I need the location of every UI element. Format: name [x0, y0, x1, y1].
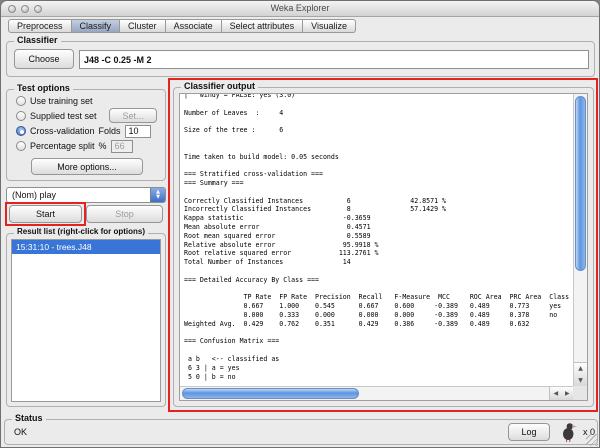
test-options-section: Test options Use training set Supplied t… [6, 83, 166, 181]
arrow-down-icon[interactable]: ▼ [578, 377, 583, 384]
folds-label: Folds [98, 126, 121, 136]
radio-label: Use training set [30, 96, 93, 106]
classifier-section: Classifier Choose J48 -C 0.25 -M 2 [6, 35, 595, 77]
vertical-scroll-arrows: ▲ ▼ [574, 362, 587, 386]
radio-cross-validation[interactable]: Cross-validation Folds 10 [16, 124, 151, 138]
weka-explorer-window: Weka Explorer Preprocess Classify Cluste… [0, 0, 600, 448]
radio-circle-icon [16, 111, 26, 121]
zoom-window-button[interactable] [34, 5, 42, 13]
weka-bird-icon [561, 422, 577, 447]
radio-supplied-test-set[interactable]: Supplied test set [16, 110, 97, 122]
chevron-up-down-icon: ▲ ▼ [150, 188, 165, 202]
classifier-config-field[interactable]: J48 -C 0.25 -M 2 [79, 50, 589, 69]
status-text: OK [14, 427, 28, 437]
vertical-scrollbar-thumb[interactable] [575, 96, 586, 272]
percentage-split-input[interactable]: 66 [110, 139, 133, 153]
window-controls [8, 5, 42, 13]
horizontal-scrollbar[interactable]: ◀ ▶ [180, 386, 573, 400]
title-bar: Weka Explorer [1, 1, 599, 17]
classifier-output-panel: | windy = FALSE: yes (3.0) Number of Lea… [179, 93, 588, 401]
radio-use-training-set[interactable]: Use training set [16, 95, 93, 107]
tab-cluster[interactable]: Cluster [120, 19, 166, 33]
test-options-section-label: Test options [14, 83, 73, 93]
tab-select-attributes[interactable]: Select attributes [221, 19, 304, 33]
tab-preprocess[interactable]: Preprocess [8, 19, 72, 33]
radio-selected-icon [16, 126, 26, 136]
tab-classify[interactable]: Classify [71, 19, 121, 33]
arrow-right-icon[interactable]: ▶ [565, 390, 570, 397]
radio-label: Percentage split [30, 141, 95, 151]
stop-button[interactable]: Stop [86, 205, 163, 223]
minimize-window-button[interactable] [21, 5, 29, 13]
log-button[interactable]: Log [508, 423, 550, 441]
result-list-section: Result list (right-click for options) 15… [6, 227, 166, 407]
class-attribute-value: (Nom) play [12, 190, 57, 200]
arrow-left-icon[interactable]: ◀ [553, 390, 558, 397]
radio-percentage-split[interactable]: Percentage split % 66 [16, 139, 133, 153]
radio-circle-icon [16, 141, 26, 151]
result-list: 15:31:10 - trees.J48 [11, 239, 161, 402]
radio-circle-icon [16, 96, 26, 106]
status-section: Status OK Log x 0 [4, 413, 598, 447]
set-test-set-button[interactable]: Set... [109, 108, 157, 123]
arrow-up-icon[interactable]: ▲ [578, 365, 583, 372]
resize-grip[interactable] [586, 434, 598, 446]
horizontal-scroll-arrows: ◀ ▶ [549, 387, 573, 400]
start-button[interactable]: Start [9, 205, 82, 223]
result-list-section-label: Result list (right-click for options) [14, 227, 149, 236]
class-attribute-dropdown[interactable]: (Nom) play ▲ ▼ [6, 187, 166, 203]
horizontal-scrollbar-thumb[interactable] [182, 388, 359, 399]
classifier-output-text[interactable]: | windy = FALSE: yes (3.0) Number of Lea… [184, 94, 571, 385]
classifier-section-label: Classifier [14, 35, 61, 45]
radio-label: Cross-validation [30, 126, 95, 136]
tab-associate[interactable]: Associate [165, 19, 222, 33]
tab-bar: Preprocess Classify Cluster Associate Se… [8, 19, 356, 33]
more-options-button[interactable]: More options... [31, 158, 143, 175]
choose-button[interactable]: Choose [14, 49, 74, 69]
classifier-output-section: Classifier output | windy = FALSE: yes (… [173, 81, 594, 407]
close-window-button[interactable] [8, 5, 16, 13]
classifier-output-section-label: Classifier output [181, 81, 259, 91]
tab-visualize[interactable]: Visualize [303, 19, 356, 33]
window-title: Weka Explorer [270, 3, 330, 13]
result-list-item[interactable]: 15:31:10 - trees.J48 [12, 240, 160, 254]
folds-input[interactable]: 10 [124, 124, 151, 138]
vertical-scrollbar[interactable]: ▲ ▼ [573, 94, 587, 386]
scrollbar-corner [573, 386, 587, 400]
percent-label: % [98, 141, 107, 151]
radio-label: Supplied test set [30, 111, 97, 121]
